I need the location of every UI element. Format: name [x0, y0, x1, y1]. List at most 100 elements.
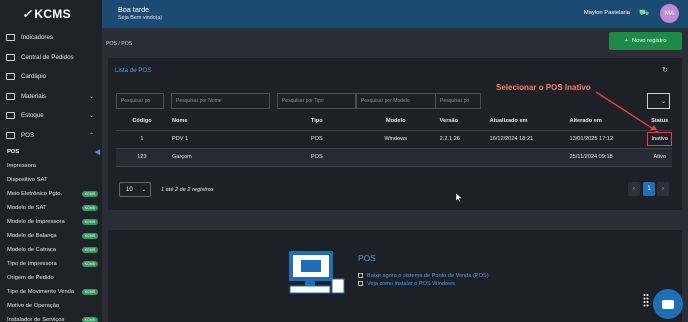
chat-icon: [662, 299, 674, 309]
sidebar-subitem-instalador-de-servi-os[interactable]: Instalador de Serviços KCMS: [0, 313, 102, 322]
prev-page-button[interactable]: ‹: [628, 182, 640, 196]
username[interactable]: Maylon Pastelaria: [584, 10, 630, 16]
table-row[interactable]: 1 PDV 1 POS Windows 2.2.1.26 16/12/2024 …: [116, 130, 672, 149]
cell-status[interactable]: Ativo: [647, 148, 672, 167]
col-codigo[interactable]: Código: [116, 113, 168, 131]
col-versao[interactable]: Versão: [435, 113, 486, 131]
subgreeting: Seja Bem vindo(a): [118, 15, 163, 21]
filter-nome[interactable]: Pesquisar por Nome: [171, 93, 270, 109]
new-record-label: Novo registro: [631, 38, 667, 44]
chevron-down-icon: ⌄: [660, 98, 666, 105]
col-tipo[interactable]: Tipo: [277, 113, 356, 131]
chevron-icon: ⌃: [88, 132, 94, 139]
delivery-icon[interactable]: ⛟: [639, 9, 649, 17]
keypad-dots-icon[interactable]: [643, 293, 649, 307]
sidebar-item-label: Indicadores: [21, 34, 53, 42]
sidebar-item-label: Cardápio: [21, 73, 47, 81]
sidebar-subitem-label: POS: [7, 149, 20, 155]
table-row[interactable]: 123 Garçom POS 25/11/2024 09:18 Ativo: [116, 148, 672, 167]
cell-nome: PDV 1: [167, 130, 278, 149]
avatar[interactable]: MA: [660, 4, 679, 23]
sidebar-subitem-dispositivo-sat[interactable]: Dispositivo SAT: [0, 173, 102, 187]
sidebar-subitem-modelo-de-catraca[interactable]: Modelo de Catraca KCMS: [0, 243, 102, 257]
download-pos-link-text[interactable]: Baixe agora o sistema de Ponto de Venda …: [367, 273, 489, 279]
kcms-badge: KCMS: [81, 261, 98, 267]
chevron-icon: ⌄: [88, 93, 94, 100]
sidebar-subitem-tipo-de-movimento-venda[interactable]: Tipo de Movimento Venda KCMS: [0, 285, 102, 299]
sidebar-subitem-label: Tipo de Impressora: [7, 261, 57, 267]
status-inativo-badge[interactable]: Inativo: [647, 132, 672, 146]
materials-icon: [6, 92, 15, 100]
sidebar-item-indicadores[interactable]: Indicadores: [0, 28, 102, 48]
sidebar-subitem-meio-eletr-nico-pgto-[interactable]: Meio Eletrônico Pgto. KCMS: [0, 187, 102, 201]
kcms-badge: KCMS: [81, 219, 98, 225]
sidebar-item-label: Estoque: [21, 112, 44, 120]
download-icon: [358, 273, 363, 279]
sidebar-subitem-modelo-de-sat[interactable]: Modelo de SAT KCMS: [0, 201, 102, 215]
sidebar-subitem-label: Modelo de Catraca: [7, 247, 56, 253]
sidebar-item-pos[interactable]: POS ⌃: [0, 126, 102, 146]
sidebar-subitem-label: Modelo de Impressora: [7, 219, 65, 225]
sidebar-item-card-pio[interactable]: Cardápio: [0, 67, 102, 87]
chart-icon: [6, 34, 15, 42]
cell-tipo: POS: [277, 130, 356, 149]
sidebar-subitem-label: Origem de Pedido: [7, 275, 54, 281]
plus-icon: +: [624, 38, 628, 44]
greeting: Boa tarde: [118, 5, 150, 14]
sidebar: ✓ KCMS Indicadores Central de Pedidos Card…: [0, 0, 102, 322]
sidebar-subitem-motivo-de-opera-o[interactable]: Motivo de Operação: [0, 299, 102, 313]
sidebar-item-estoque[interactable]: Estoque ⌄: [0, 106, 102, 126]
cell-atualizado: [485, 148, 566, 167]
pos-info-section: POS Baixe agora o sistema de Ponto de Ve…: [108, 230, 682, 322]
cell-versao: [435, 148, 486, 167]
kcms-badge: KCMS: [81, 233, 98, 239]
col-status[interactable]: Status: [647, 113, 672, 131]
new-record-button[interactable]: + Novo registro: [609, 32, 682, 50]
cell-codigo: 1: [116, 130, 168, 149]
kcms-badge: KCMS: [81, 247, 98, 253]
col-nome[interactable]: Nome: [167, 113, 278, 131]
filter-modelo[interactable]: Pesquisar por Modelo: [356, 93, 436, 109]
menu-book-icon: [6, 73, 15, 81]
cell-versao: 2.2.1.26: [435, 130, 486, 149]
sidebar-item-central-de-pedidos[interactable]: Central de Pedidos: [0, 48, 102, 68]
active-caret-icon: ◀: [94, 149, 100, 156]
kcms-badge: KCMS: [81, 205, 98, 211]
next-page-button[interactable]: ›: [657, 182, 669, 196]
sidebar-item-materiais[interactable]: Materiais ⌄: [0, 87, 102, 107]
col-atualizado[interactable]: Atualizado em: [485, 113, 566, 131]
video-icon: [358, 281, 363, 287]
kcms-badge: KCMS: [81, 289, 98, 295]
sidebar-subitem-modelo-de-impressora[interactable]: Modelo de Impressora KCMS: [0, 215, 102, 229]
cell-atualizado: 16/12/2024 18:21: [485, 130, 566, 149]
chevron-icon: ⌄: [88, 113, 94, 120]
annotation-text: Selecionar o POS Inativo: [496, 83, 591, 92]
col-modelo[interactable]: Modelo: [355, 113, 436, 131]
filter-codigo[interactable]: Pesquisar po: [116, 93, 164, 109]
install-pos-link[interactable]: Veja como instalar o POS Windows: [358, 281, 455, 287]
cell-alterado: 25/11/2024 09:18: [565, 148, 648, 167]
pos-terminal-illustration: [289, 251, 345, 294]
install-pos-link-text[interactable]: Veja como instalar o POS Windows: [367, 281, 455, 287]
filter-tipo[interactable]: Pesquisar por Tipo: [277, 93, 356, 109]
sidebar-subitem-modelo-de-balan-a[interactable]: Modelo de Balança KCMS: [0, 229, 102, 243]
col-alterado[interactable]: Alterado em: [565, 113, 648, 131]
kcms-badge: KCMS: [81, 317, 98, 322]
sidebar-subitem-origem-de-pedido[interactable]: Origem de Pedido: [0, 271, 102, 285]
cell-status[interactable]: Inativo: [647, 130, 672, 149]
filter-versao[interactable]: Pesquisar po: [435, 93, 481, 109]
sidebar-item-label: POS: [21, 131, 35, 139]
sidebar-subitem-impressora[interactable]: Impressora: [0, 159, 102, 173]
chat-button[interactable]: [653, 289, 683, 319]
cell-modelo: Windows: [355, 130, 436, 149]
download-pos-link[interactable]: Baixe agora o sistema de Ponto de Venda …: [358, 273, 489, 279]
sidebar-subitem-pos[interactable]: POS ◀: [0, 145, 102, 159]
sidebar-subitem-label: Motivo de Operação: [7, 303, 60, 309]
status-filter-select[interactable]: ⌄: [647, 93, 670, 109]
stock-icon: [6, 112, 15, 120]
refresh-icon[interactable]: ↻: [662, 66, 668, 74]
app-logo[interactable]: ✓ KCMS: [0, 0, 102, 28]
sidebar-subitem-tipo-de-impressora[interactable]: Tipo de Impressora KCMS: [0, 257, 102, 271]
page-size-select[interactable]: 10 ⌄: [119, 182, 151, 197]
page-1-button[interactable]: 1: [643, 182, 655, 196]
